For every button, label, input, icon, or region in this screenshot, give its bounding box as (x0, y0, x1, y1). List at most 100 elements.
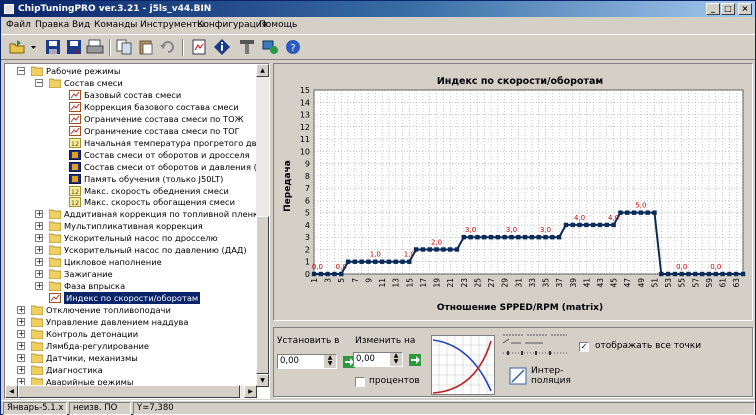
change-apply-button[interactable] (409, 354, 421, 366)
data-point[interactable] (509, 235, 514, 240)
data-point[interactable] (645, 210, 650, 215)
data-point[interactable] (488, 235, 494, 240)
tree-expander[interactable]: + (35, 210, 43, 219)
tree-expander[interactable]: − (17, 67, 25, 75)
menu-config[interactable]: Конфигурация (197, 17, 267, 33)
tree-item[interactable]: 12 Начальная температура прогретого двига… (5, 137, 257, 149)
tree-item[interactable]: + Фаза впрыска (5, 280, 257, 292)
save-icon[interactable] (43, 38, 63, 57)
data-point[interactable] (733, 271, 739, 277)
menu-file[interactable]: Файл (6, 17, 31, 33)
curve-preview[interactable] (431, 335, 495, 395)
data-point[interactable] (502, 235, 507, 240)
data-point[interactable] (638, 210, 644, 215)
data-point[interactable] (590, 222, 596, 228)
data-point[interactable] (536, 235, 541, 240)
hscroll-thumb[interactable] (18, 385, 240, 398)
data-point[interactable] (475, 235, 480, 240)
scroll-down-button[interactable]: ▼ (256, 374, 269, 387)
open-icon[interactable] (7, 38, 27, 57)
data-point[interactable] (693, 271, 698, 277)
tree-item[interactable]: + Управление давлением наддува (5, 316, 257, 328)
chart[interactable]: 01234567891011121314151 3 5 7 9 11 13 15 17 19 21 2… (274, 64, 752, 320)
data-point[interactable] (727, 271, 732, 277)
tree-expander[interactable]: + (35, 270, 43, 279)
data-point[interactable] (516, 235, 521, 240)
tree-item[interactable]: + Аддитивная коррекция по топливной пленк… (5, 208, 257, 220)
tree-item[interactable]: Коррекция базового состава смеси (5, 101, 257, 113)
tools-icon[interactable] (237, 38, 257, 57)
tree-expander[interactable]: + (17, 329, 25, 338)
data-point[interactable] (604, 222, 610, 228)
data-point[interactable] (665, 271, 671, 277)
copy-icon[interactable] (114, 38, 134, 57)
paste-icon[interactable] (136, 38, 156, 57)
maximize-button[interactable]: □ (721, 3, 735, 15)
tree-expander[interactable]: + (35, 258, 43, 267)
data-point[interactable] (659, 271, 664, 277)
dropdown-arrow-icon[interactable] (29, 38, 38, 57)
data-point[interactable] (441, 247, 446, 252)
tree-item[interactable]: + Цикловое наполнение (5, 256, 257, 268)
data-point[interactable] (427, 247, 432, 252)
data-point[interactable] (584, 222, 589, 228)
data-point[interactable] (400, 259, 405, 264)
data-point[interactable] (420, 247, 426, 252)
data-point[interactable] (393, 259, 398, 264)
tree-expander[interactable]: + (35, 282, 43, 291)
tree-item[interactable]: + Отключение топливоподачи (5, 304, 257, 316)
print-icon[interactable] (85, 38, 105, 57)
tree-item[interactable]: + Ускорительный насос по давлению (ДАД) (5, 244, 257, 256)
menu-edit[interactable]: Правка (35, 17, 69, 33)
data-point[interactable] (359, 259, 364, 264)
save-as-icon[interactable] (64, 38, 84, 57)
data-point[interactable] (543, 235, 548, 240)
tree-item[interactable]: + Ускорительный насос по дросселю (5, 232, 257, 244)
data-point[interactable] (311, 271, 317, 277)
tree-item[interactable]: Память обучения (только J50LT) (5, 173, 257, 185)
data-point[interactable] (577, 222, 582, 228)
data-point[interactable] (556, 235, 562, 240)
minimize-button[interactable]: _ (706, 3, 720, 15)
data-point[interactable] (454, 247, 460, 252)
tree-item[interactable]: + Зажигание (5, 268, 257, 280)
scroll-right-button[interactable]: ▶ (244, 385, 257, 398)
tree-expander[interactable]: + (17, 306, 25, 314)
data-point[interactable] (550, 235, 555, 240)
menu-commands[interactable]: Команды (94, 17, 137, 33)
data-point[interactable] (631, 210, 637, 215)
data-point[interactable] (563, 222, 569, 228)
tree-item[interactable]: 12 Макс. скорость обеднения смеси (5, 185, 257, 197)
tree-vertical-scrollbar[interactable]: ▲ ▼ (256, 64, 269, 387)
data-point[interactable] (625, 210, 630, 215)
data-point[interactable] (495, 235, 501, 240)
set-spin-buttons[interactable]: ▲ ▼ (324, 355, 336, 368)
data-point[interactable] (339, 271, 344, 277)
tree-item[interactable]: + Контроль детонации (5, 328, 257, 340)
data-point[interactable] (461, 235, 467, 240)
data-point[interactable] (379, 259, 385, 264)
data-point[interactable] (529, 235, 535, 240)
data-point[interactable] (407, 259, 412, 264)
data-point[interactable] (611, 222, 616, 228)
data-point[interactable] (366, 259, 371, 264)
scroll-up-button[interactable]: ▲ (256, 64, 269, 77)
tree-expander[interactable]: + (17, 341, 25, 350)
data-point[interactable] (373, 259, 378, 264)
tree-item[interactable]: − Рабочие режимы (5, 65, 257, 77)
scroll-left-button[interactable]: ◀ (5, 385, 18, 398)
data-point[interactable] (318, 271, 324, 277)
data-point[interactable] (447, 247, 453, 252)
data-point[interactable] (597, 222, 603, 228)
tree-expander[interactable]: + (17, 353, 25, 362)
interpolation-icon[interactable] (509, 367, 527, 385)
tree-item[interactable]: + Датчики, механизмы (5, 352, 257, 364)
tree-item[interactable]: Ограничение состава смеси по ТОЖ (5, 113, 257, 125)
tree-expander[interactable]: + (17, 365, 25, 374)
data-point[interactable] (720, 271, 725, 277)
data-point[interactable] (679, 271, 684, 277)
tree-item[interactable]: − Состав смеси (5, 77, 257, 89)
data-point[interactable] (713, 271, 718, 277)
tree-item[interactable]: 12 Макс. скорость обогащения смеси (5, 196, 257, 208)
data-point[interactable] (672, 271, 678, 277)
